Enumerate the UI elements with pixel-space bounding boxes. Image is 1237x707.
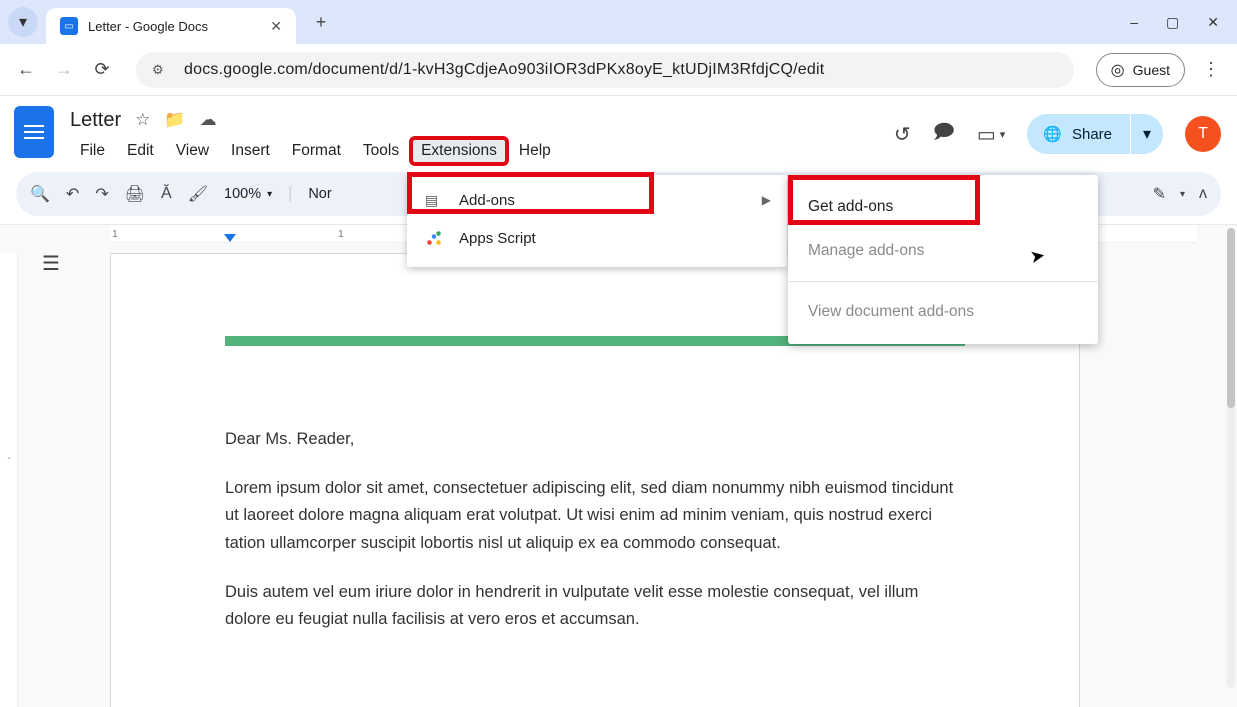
ruler-tick: -: [3, 453, 15, 464]
menu-insert[interactable]: Insert: [221, 138, 280, 164]
move-icon[interactable]: 📁: [164, 110, 185, 130]
docs-header: Letter ☆ 📁 ☁ File Edit View Insert Forma…: [0, 96, 1237, 172]
menu-item-addons[interactable]: ▤ Add-ons ▶: [407, 181, 787, 219]
submenu-arrow-icon: ▶: [762, 193, 771, 207]
indent-marker-icon[interactable]: [224, 234, 236, 242]
share-button[interactable]: 🌐 Share: [1027, 114, 1130, 154]
guest-label: Guest: [1133, 62, 1170, 78]
menu-help[interactable]: Help: [509, 138, 561, 164]
manage-addons-label: Manage add-ons: [808, 242, 924, 260]
vertical-ruler[interactable]: -: [0, 253, 18, 707]
chevron-down-icon: ▾: [19, 12, 27, 32]
zoom-value: 100%: [224, 186, 261, 202]
print-icon[interactable]: 🖨: [125, 184, 145, 204]
account-avatar[interactable]: T: [1185, 116, 1221, 152]
outline-toggle-icon[interactable]: ☰: [42, 251, 60, 276]
share-label: Share: [1072, 126, 1112, 143]
cloud-status-icon[interactable]: ☁: [200, 110, 217, 130]
collapse-toolbar-icon[interactable]: ʌ: [1199, 185, 1207, 203]
chevron-down-icon: ▾: [267, 189, 272, 200]
undo-icon[interactable]: ↶: [66, 184, 79, 204]
tabs-dropdown-button[interactable]: ▾: [8, 7, 38, 37]
menu-separator: [788, 281, 1098, 282]
meet-button[interactable]: ▭ ▾: [977, 122, 1005, 147]
editing-mode-icon[interactable]: ✎: [1153, 184, 1166, 204]
menu-extensions[interactable]: Extensions: [411, 138, 507, 164]
search-icon[interactable]: 🔍: [30, 184, 50, 204]
menu-edit[interactable]: Edit: [117, 138, 164, 164]
ruler-tick: 1: [338, 228, 344, 240]
close-tab-icon[interactable]: ✕: [270, 18, 282, 35]
spellcheck-icon[interactable]: Ǎ: [161, 185, 172, 203]
extensions-menu: ▤ Add-ons ▶ Apps Script: [407, 175, 787, 267]
scrollbar-thumb[interactable]: [1227, 228, 1235, 408]
addons-submenu: Get add-ons Manage add-ons View document…: [788, 175, 1098, 344]
zoom-select[interactable]: 100% ▾: [224, 186, 272, 202]
menu-item-get-addons[interactable]: Get add-ons: [788, 185, 1098, 229]
addons-icon: ▤: [425, 192, 443, 209]
view-doc-addons-label: View document add-ons: [808, 303, 974, 321]
document-body[interactable]: Dear Ms. Reader, Lorem ipsum dolor sit a…: [225, 426, 965, 633]
globe-icon: 🌐: [1043, 125, 1062, 143]
browser-address-bar: ← → ⟳ ⚙ docs.google.com/document/d/1-kvH…: [0, 44, 1237, 96]
doc-paragraph[interactable]: Duis autem vel eum iriure dolor in hendr…: [225, 579, 965, 633]
addons-label: Add-ons: [459, 192, 515, 209]
document-title[interactable]: Letter: [70, 109, 121, 132]
maximize-icon[interactable]: ▢: [1166, 14, 1179, 31]
menu-item-apps-script[interactable]: Apps Script: [407, 219, 787, 257]
profile-initial: T: [1198, 125, 1208, 143]
forward-icon[interactable]: →: [52, 59, 76, 80]
new-tab-button[interactable]: +: [306, 7, 336, 37]
url-text: docs.google.com/document/d/1-kvH3gCdjeAo…: [184, 61, 824, 79]
site-settings-icon[interactable]: ⚙: [152, 62, 172, 78]
guest-avatar-icon: ◎: [1111, 60, 1125, 80]
menu-file[interactable]: File: [70, 138, 115, 164]
menu-format[interactable]: Format: [282, 138, 351, 164]
menu-item-view-document-addons[interactable]: View document add-ons: [788, 290, 1098, 334]
url-input[interactable]: ⚙ docs.google.com/document/d/1-kvH3gCdje…: [136, 52, 1074, 88]
get-addons-label: Get add-ons: [808, 198, 893, 216]
apps-script-icon: [425, 229, 443, 247]
minimize-icon[interactable]: –: [1130, 14, 1138, 31]
ruler-tick: 1: [112, 228, 118, 240]
comments-icon[interactable]: 🗩: [933, 117, 955, 151]
reload-icon[interactable]: ⟳: [90, 59, 114, 80]
menu-tools[interactable]: Tools: [353, 138, 409, 164]
vertical-scrollbar[interactable]: [1227, 228, 1235, 688]
menu-item-manage-addons[interactable]: Manage add-ons: [788, 229, 1098, 273]
docs-logo-icon[interactable]: [14, 106, 54, 158]
doc-greeting[interactable]: Dear Ms. Reader,: [225, 426, 965, 453]
menu-bar: File Edit View Insert Format Tools Exten…: [70, 138, 561, 164]
share-dropdown[interactable]: ▾: [1131, 114, 1163, 154]
apps-script-label: Apps Script: [459, 230, 536, 247]
close-window-icon[interactable]: ✕: [1207, 14, 1219, 31]
history-icon[interactable]: ↺: [894, 122, 911, 147]
tab-title: Letter - Google Docs: [88, 19, 260, 34]
paint-format-icon[interactable]: 🖌: [188, 184, 208, 204]
star-icon[interactable]: ☆: [135, 110, 150, 130]
docs-favicon-icon: ▭: [60, 17, 78, 35]
menu-view[interactable]: View: [166, 138, 219, 164]
paragraph-style-select[interactable]: Nor: [308, 186, 331, 202]
camera-icon: ▭: [977, 122, 996, 147]
doc-paragraph[interactable]: Lorem ipsum dolor sit amet, consectetuer…: [225, 475, 965, 557]
redo-icon[interactable]: ↷: [95, 184, 108, 204]
browser-menu-icon[interactable]: ⋮: [1199, 59, 1223, 80]
chevron-down-icon: ▾: [1000, 128, 1006, 141]
window-controls: – ▢ ✕: [1130, 14, 1229, 31]
browser-tab-strip: ▾ ▭ Letter - Google Docs ✕ + – ▢ ✕: [0, 0, 1237, 44]
browser-tab[interactable]: ▭ Letter - Google Docs ✕: [46, 8, 296, 44]
chevron-down-icon[interactable]: ▾: [1180, 189, 1185, 200]
profile-chip[interactable]: ◎ Guest: [1096, 53, 1185, 87]
back-icon[interactable]: ←: [14, 59, 38, 80]
